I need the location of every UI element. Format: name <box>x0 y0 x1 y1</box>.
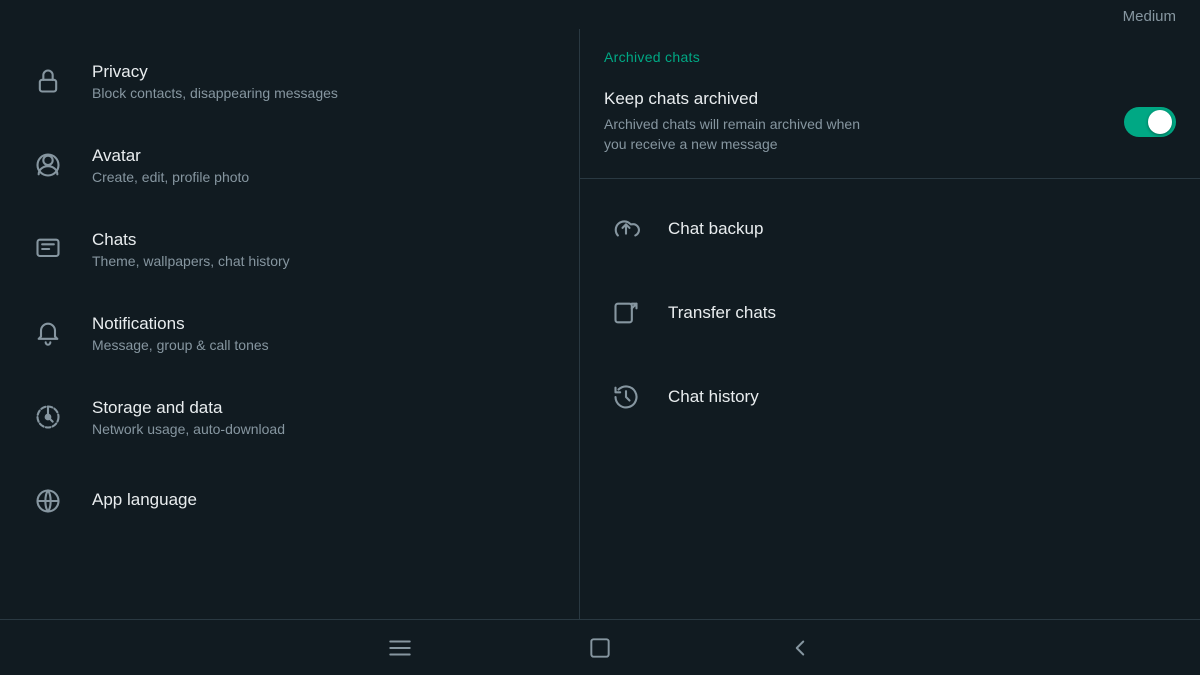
storage-subtitle: Network usage, auto-download <box>92 421 285 437</box>
bell-icon <box>24 309 72 357</box>
sidebar-item-chats[interactable]: Chats Theme, wallpapers, chat history <box>0 207 579 291</box>
action-chat-backup[interactable]: Chat backup <box>580 187 1200 271</box>
chat-backup-label: Chat backup <box>668 219 763 239</box>
divider-archived <box>580 178 1200 179</box>
nav-home[interactable] <box>584 632 616 664</box>
notifications-title: Notifications <box>92 314 269 334</box>
keep-archived-title: Keep chats archived <box>604 89 1104 109</box>
action-chat-history[interactable]: Chat history <box>580 355 1200 439</box>
sidebar-item-language[interactable]: App language <box>0 459 579 543</box>
sidebar-item-storage[interactable]: Storage and data Network usage, auto-dow… <box>0 375 579 459</box>
sidebar-item-avatar[interactable]: Avatar Create, edit, profile photo <box>0 123 579 207</box>
keep-archived-desc: Archived chats will remain archived when… <box>604 115 884 154</box>
lock-icon <box>24 57 72 105</box>
avatar-title: Avatar <box>92 146 249 166</box>
chat-history-label: Chat history <box>668 387 759 407</box>
bottom-nav <box>0 619 1200 675</box>
archived-chats-label: Archived chats <box>580 29 1200 73</box>
keep-archived-toggle[interactable] <box>1124 107 1176 137</box>
notifications-subtitle: Message, group & call tones <box>92 337 269 353</box>
sidebar-item-notifications[interactable]: Notifications Message, group & call tone… <box>0 291 579 375</box>
nav-back[interactable] <box>784 632 816 664</box>
right-panel: Archived chats Keep chats archived Archi… <box>580 29 1200 619</box>
keep-archived-text: Keep chats archived Archived chats will … <box>604 89 1124 154</box>
privacy-subtitle: Block contacts, disappearing messages <box>92 85 338 101</box>
top-medium-label: Medium <box>0 0 1200 29</box>
language-title: App language <box>92 490 197 510</box>
cloud-upload-icon <box>604 207 648 251</box>
nav-menu[interactable] <box>384 632 416 664</box>
transfer-chats-label: Transfer chats <box>668 303 776 323</box>
chats-title: Chats <box>92 230 290 250</box>
transfer-icon <box>604 291 648 335</box>
storage-icon <box>24 393 72 441</box>
chats-subtitle: Theme, wallpapers, chat history <box>92 253 290 269</box>
avatar-icon <box>24 141 72 189</box>
sidebar-item-privacy[interactable]: Privacy Block contacts, disappearing mes… <box>0 39 579 123</box>
privacy-title: Privacy <box>92 62 338 82</box>
storage-title: Storage and data <box>92 398 285 418</box>
avatar-subtitle: Create, edit, profile photo <box>92 169 249 185</box>
left-panel: Privacy Block contacts, disappearing mes… <box>0 29 580 619</box>
history-icon <box>604 375 648 419</box>
chat-icon <box>24 225 72 273</box>
language-icon <box>24 477 72 525</box>
toggle-knob <box>1148 110 1172 134</box>
action-transfer-chats[interactable]: Transfer chats <box>580 271 1200 355</box>
